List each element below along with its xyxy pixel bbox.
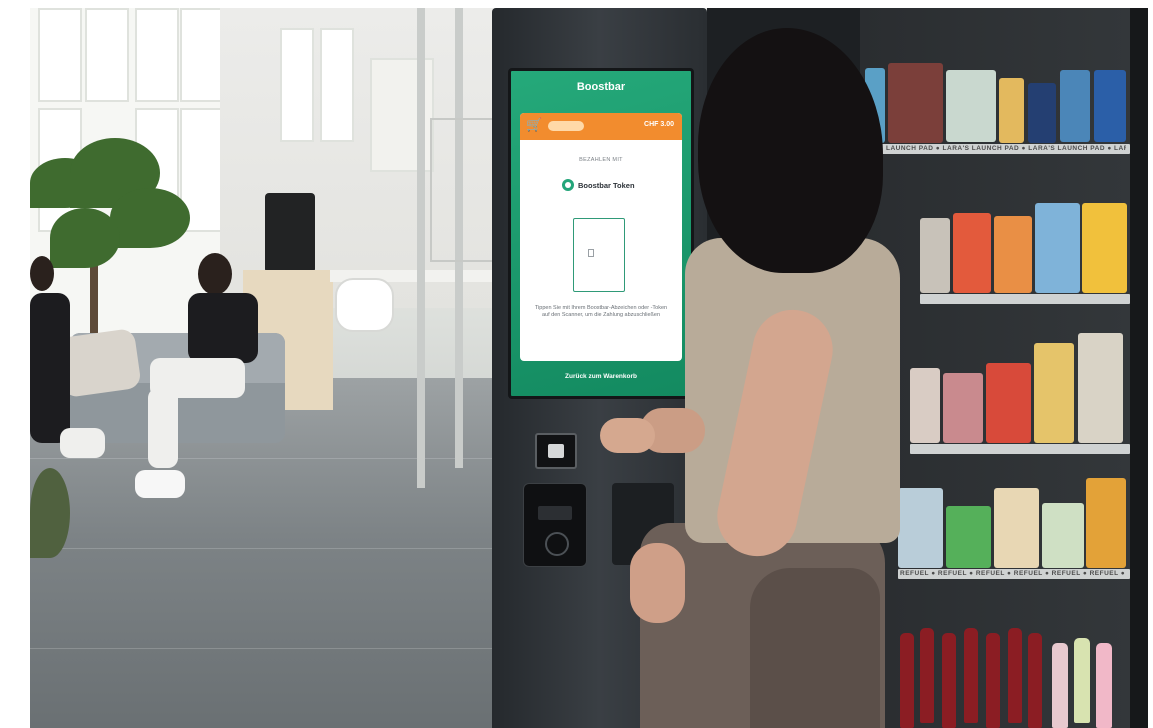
window-pane — [38, 8, 82, 102]
person-sitting-shoe — [135, 470, 185, 498]
cart-total: CHF 3.00 — [644, 121, 674, 128]
plant-stem — [90, 258, 98, 338]
woman-hand — [630, 543, 685, 623]
woman-hand-with-token — [600, 418, 655, 453]
background-shelf — [430, 118, 494, 262]
product — [994, 216, 1032, 293]
shelf-pole — [417, 8, 425, 488]
product — [910, 368, 940, 443]
photo: Boostbar 🛒 CHF 3.00 BEZAHLEN MIT Boostba… — [30, 8, 1148, 728]
product — [946, 70, 996, 142]
product — [1042, 503, 1084, 568]
product — [943, 373, 983, 443]
product — [1094, 70, 1126, 142]
product — [1035, 203, 1080, 293]
woman-pants-shadow — [750, 568, 880, 728]
bottle — [942, 633, 956, 728]
payment-card: 🛒 CHF 3.00 BEZAHLEN MIT Boostbar Token T… — [520, 113, 682, 361]
person-sitting-head — [198, 253, 232, 295]
bottle — [1008, 628, 1022, 723]
bottle — [920, 628, 934, 723]
bottle — [900, 633, 914, 728]
token-icon — [562, 179, 574, 191]
cart-bar: 🛒 CHF 3.00 — [520, 113, 682, 140]
window-pane — [280, 28, 314, 142]
person-left-head — [30, 256, 54, 291]
floor-joint — [30, 648, 500, 649]
bottle — [964, 628, 978, 723]
floor-joint — [30, 548, 500, 549]
product — [946, 506, 991, 568]
payment-method-name: Boostbar Token — [578, 181, 635, 190]
terminal-display — [538, 506, 572, 520]
scanner-window — [548, 444, 564, 458]
bottle — [1074, 638, 1090, 723]
product — [953, 213, 991, 293]
product — [1060, 70, 1090, 142]
person-sitting-leg — [148, 388, 178, 468]
back-to-cart-link[interactable]: Zurück zum Warenkorb — [511, 373, 691, 380]
contactless-icon — [545, 532, 569, 556]
shelf-label-top: LAUNCH PAD ● LARA'S LAUNCH PAD ● LARA'S … — [886, 145, 1126, 152]
person-left — [30, 293, 70, 443]
bottle — [986, 633, 1000, 728]
pay-with-label: BEZAHLEN MIT — [579, 157, 623, 163]
cart-icon[interactable]: 🛒 — [526, 118, 542, 132]
office-chair — [335, 278, 394, 332]
product — [888, 63, 943, 143]
window-pane — [85, 8, 129, 102]
product — [1028, 83, 1056, 143]
window-pane — [135, 8, 179, 102]
card-terminal[interactable] — [523, 483, 587, 567]
fridge-interior: LAUNCH PAD ● LARA'S LAUNCH PAD ● LARA'S … — [860, 8, 1130, 728]
shelf — [920, 294, 1130, 304]
product — [1086, 478, 1126, 568]
scan-instruction: Tippen Sie mit Ihrem Boostbar-Abzeichen … — [534, 305, 668, 319]
brand-title: Boostbar — [576, 81, 626, 93]
fridge-frame — [1130, 8, 1148, 728]
badge-scanner[interactable] — [535, 433, 577, 469]
product — [986, 363, 1031, 443]
scanner-illustration — [573, 218, 625, 292]
window-pane — [180, 8, 224, 102]
person-left-shoe — [60, 428, 105, 458]
plant-leaf — [110, 188, 190, 248]
coffee-machine — [265, 193, 315, 273]
product — [999, 78, 1024, 143]
bottle — [1096, 643, 1112, 728]
product — [1082, 203, 1127, 293]
product — [898, 488, 943, 568]
product — [1034, 343, 1074, 443]
product — [1078, 333, 1123, 443]
product — [994, 488, 1039, 568]
plant-leaf — [50, 208, 120, 268]
shelf-label-bottom: REFUEL ● REFUEL ● REFUEL ● REFUEL ● REFU… — [900, 570, 1126, 577]
bottle — [1052, 643, 1068, 728]
bottle — [1028, 633, 1042, 728]
window-pane — [320, 28, 354, 142]
product — [920, 218, 950, 293]
shelf — [910, 444, 1130, 454]
floor-joint — [30, 458, 500, 459]
cart-pill[interactable] — [548, 121, 584, 131]
kiosk-screen[interactable]: Boostbar 🛒 CHF 3.00 BEZAHLEN MIT Boostba… — [508, 68, 694, 399]
person-sitting-top — [188, 293, 258, 363]
plant-leaf — [30, 468, 70, 558]
